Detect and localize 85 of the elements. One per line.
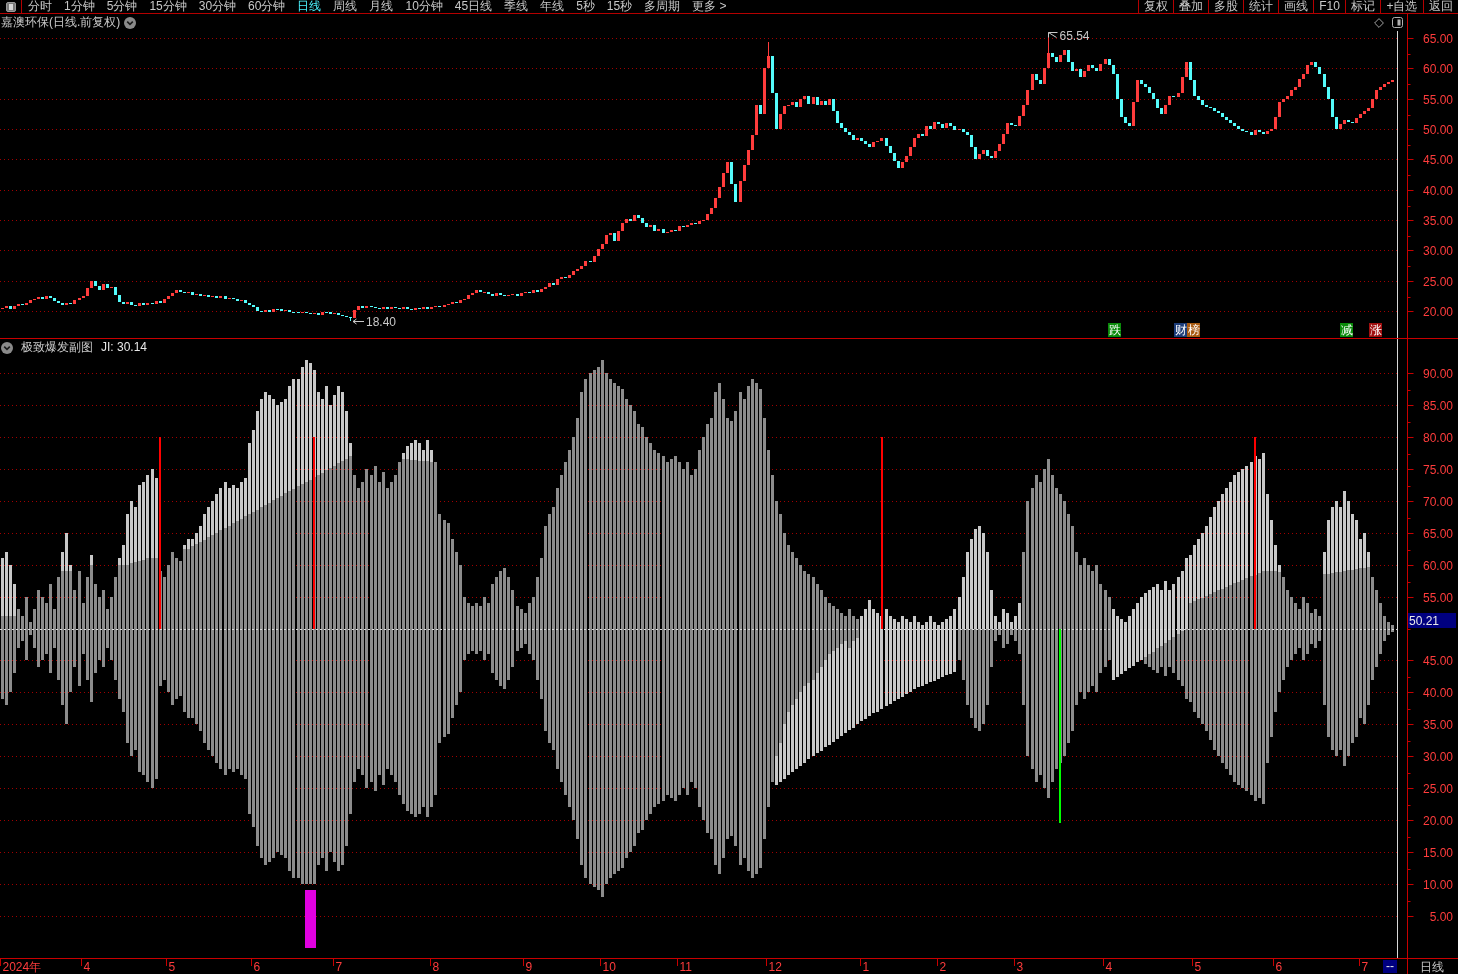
axis-label: 55.00 (1422, 93, 1453, 107)
axis-label: 30.00 (1422, 750, 1453, 764)
cursor-value-label: 50.21 (1408, 613, 1456, 628)
indicator-name: 极致爆发副图 (21, 341, 93, 354)
axis-label: 75.00 (1422, 463, 1453, 477)
date-label: 6 (253, 960, 261, 974)
axis-label: 50.00 (1422, 123, 1453, 137)
date-label: 3 (1016, 960, 1024, 974)
date-label: 7 (1361, 960, 1369, 974)
toolbar-button[interactable]: 返回 (1423, 0, 1458, 13)
date-label: 5 (168, 960, 176, 974)
period-tab[interactable]: 60分钟 (242, 0, 292, 13)
axis-label: 40.00 (1422, 184, 1453, 198)
axis-label: 20.00 (1422, 305, 1453, 319)
period-tab[interactable]: 月线 (363, 0, 400, 13)
axis-label: 40.00 (1422, 686, 1453, 700)
toolbar-button[interactable]: 标记 (1345, 0, 1380, 13)
period-tab[interactable]: 周线 (327, 0, 364, 13)
axis-label: 65.00 (1422, 527, 1453, 541)
cursor-date-label: -- (1383, 959, 1397, 973)
period-tab[interactable]: 30分钟 (192, 0, 243, 13)
panel-toggle-icon[interactable] (1392, 17, 1403, 28)
event-badge[interactable]: 减 (1340, 323, 1353, 337)
dropdown-icon[interactable] (124, 16, 137, 29)
axis-label: 35.00 (1422, 214, 1453, 228)
period-tab[interactable]: 45日线 (448, 0, 499, 13)
date-label: 7 (335, 960, 343, 974)
date-label: 4 (83, 960, 91, 974)
event-badge[interactable]: 榜 (1187, 323, 1200, 337)
period-tab[interactable]: 多周期 (638, 0, 687, 13)
date-label: 2024年 (2, 960, 42, 974)
axis-label: 20.00 (1422, 814, 1453, 828)
collapse-icon[interactable] (1, 341, 13, 354)
period-tab[interactable]: 5分钟 (100, 0, 144, 13)
period-tab[interactable]: 15秒 (600, 0, 639, 13)
period-tab[interactable]: 1分钟 (58, 0, 101, 13)
period-tab[interactable]: 年线 (534, 0, 571, 13)
axis-label: 80.00 (1422, 431, 1453, 445)
stock-title: 嘉澳环保(日线.前复权) (1, 16, 121, 29)
axis-label: 35.00 (1422, 718, 1453, 732)
toolbar-button[interactable]: 统计 (1243, 0, 1278, 13)
axis-label: 45.00 (1422, 153, 1453, 167)
period-label: 日线 (1420, 960, 1444, 974)
date-label: 5 (1194, 960, 1202, 974)
toolbar-button[interactable]: F10 (1313, 0, 1345, 13)
toolbar-button[interactable]: 复权 (1138, 0, 1173, 13)
period-tab[interactable]: 更多 > (686, 0, 733, 13)
axis-label: 5.00 (1429, 910, 1453, 924)
axis-label: 10.00 (1422, 878, 1453, 892)
date-label: 2 (939, 960, 947, 974)
toolbar-button[interactable]: 多股 (1208, 0, 1243, 13)
toolbar-button[interactable]: +自选 (1380, 0, 1423, 13)
indicator-value: JI: 30.14 (101, 341, 148, 354)
axis-label: 55.00 (1422, 591, 1453, 605)
toolbar-button[interactable]: 画线 (1278, 0, 1313, 13)
event-badge[interactable]: 涨 (1369, 323, 1382, 337)
date-label: 12 (768, 960, 782, 974)
axis-label: 25.00 (1422, 782, 1453, 796)
period-tab[interactable]: 季线 (498, 0, 535, 13)
axis-label: 25.00 (1422, 275, 1453, 289)
axis-label: 65.00 (1422, 32, 1453, 46)
axis-label: 60.00 (1422, 559, 1453, 573)
axis-label: 90.00 (1422, 367, 1453, 381)
date-label: 8 (432, 960, 440, 974)
axis-label: 85.00 (1422, 399, 1453, 413)
toolbar-button[interactable]: 叠加 (1173, 0, 1208, 13)
date-label: 1 (862, 960, 870, 974)
period-tab[interactable]: 5秒 (570, 0, 601, 13)
axis-label: 70.00 (1422, 495, 1453, 509)
event-badge[interactable]: 跌 (1108, 323, 1121, 337)
axis-label: 30.00 (1422, 244, 1453, 258)
axis-label: 15.00 (1422, 846, 1453, 860)
date-label: 10 (602, 960, 616, 974)
event-badge[interactable]: 财 (1174, 323, 1187, 337)
date-label: 9 (525, 960, 533, 974)
date-label: 6 (1275, 960, 1283, 974)
period-tab[interactable]: 日线 (291, 0, 328, 13)
period-tab[interactable]: 15分钟 (143, 0, 193, 13)
period-tab[interactable]: 10分钟 (399, 0, 449, 13)
date-label: 4 (1105, 960, 1113, 974)
axis-label: 60.00 (1422, 62, 1453, 76)
axis-label: 45.00 (1422, 654, 1453, 668)
date-label: 11 (679, 960, 692, 974)
diamond-icon[interactable] (1374, 17, 1384, 28)
period-tab[interactable]: 分时 (22, 0, 58, 13)
